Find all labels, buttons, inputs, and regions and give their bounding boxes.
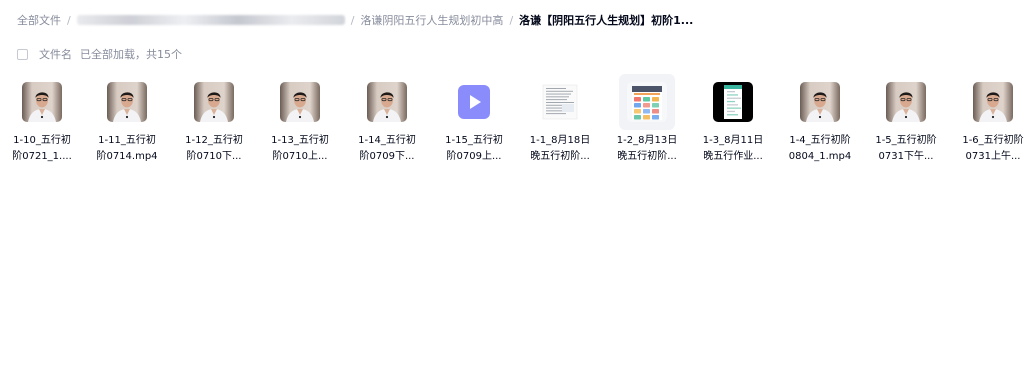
- file-thumbnail-frame: [186, 74, 242, 130]
- file-name-line: 1-10_五行初: [13, 135, 71, 146]
- file-name-line: 1-14_五行初: [358, 135, 416, 146]
- file-name: 1-13_五行初 阶0710上...: [257, 133, 343, 165]
- file-name-line: 1-4_五行初阶: [789, 135, 851, 146]
- load-status: 已全部加载，共15个: [80, 48, 182, 61]
- file-name-line: 1-13_五行初: [271, 135, 329, 146]
- file-name-line: 0731下午...: [878, 151, 934, 162]
- file-item[interactable]: 1-2_8月13日 晚五行初阶...: [604, 74, 690, 174]
- file-name-line: 晚五行初阶...: [530, 151, 590, 162]
- file-thumbnail-frame: [532, 74, 588, 130]
- file-name-line: 1-15_五行初: [445, 135, 503, 146]
- file-thumbnail-frame: [965, 74, 1021, 130]
- select-all-checkbox[interactable]: [17, 48, 28, 60]
- file-thumbnail-frame: [14, 74, 70, 130]
- file-thumbnail-frame: [792, 74, 848, 130]
- video-file-icon: [454, 82, 494, 122]
- breadcrumb-redacted-path[interactable]: [76, 15, 345, 25]
- file-thumbnail-frame: [619, 74, 675, 130]
- video-thumbnail: [800, 82, 840, 122]
- file-name-line: 1-5_五行初阶: [875, 135, 937, 146]
- file-name-line: 1-2_8月13日: [616, 135, 678, 146]
- file-thumbnail-frame: [446, 74, 502, 130]
- file-grid: 1-10_五行初 阶0721_1.... 1-11_五行初 阶0714.mp4 1-12…: [0, 74, 1024, 174]
- breadcrumb-separator: /: [509, 13, 514, 27]
- breadcrumb-separator: /: [67, 13, 71, 27]
- file-item[interactable]: 1-3_8月11日 晚五行作业...: [690, 74, 776, 174]
- file-name-line: 阶0714.mp4: [96, 151, 158, 162]
- breadcrumb-parent[interactable]: 洛谦阴阳五行人生规划初中高: [360, 12, 503, 28]
- file-list-toolbar: 文件名 已全部加载，共15个: [17, 46, 182, 62]
- file-thumbnail-frame: [878, 74, 934, 130]
- breadcrumb-root[interactable]: 全部文件: [17, 12, 61, 28]
- file-name-line: 1-1_8月18日: [529, 135, 591, 146]
- video-thumbnail: [367, 82, 407, 122]
- video-thumbnail: [22, 82, 62, 122]
- file-name-line: 1-12_五行初: [185, 135, 243, 146]
- file-name: 1-6_五行初阶 0731上午...: [950, 133, 1024, 165]
- file-name-line: 0804_1.mp4: [788, 151, 852, 162]
- file-thumbnail-frame: [99, 74, 155, 130]
- file-name: 1-4_五行初阶 0804_1.mp4: [777, 133, 863, 165]
- file-item[interactable]: 1-5_五行初阶 0731下午...: [863, 74, 949, 174]
- file-name: 1-1_8月18日 晚五行初阶...: [517, 133, 603, 165]
- file-name: 1-2_8月13日 晚五行初阶...: [604, 133, 690, 165]
- image-thumbnail: [713, 82, 753, 122]
- file-item[interactable]: 1-10_五行初 阶0721_1....: [0, 74, 85, 174]
- video-thumbnail: [886, 82, 926, 122]
- file-item[interactable]: 1-6_五行初阶 0731上午...: [950, 74, 1024, 174]
- file-item[interactable]: 1-14_五行初 阶0709下...: [344, 74, 430, 174]
- document-thumbnail: [540, 82, 580, 122]
- video-thumbnail: [280, 82, 320, 122]
- image-thumbnail: [627, 82, 667, 122]
- file-name: 1-3_8月11日 晚五行作业...: [690, 133, 776, 165]
- file-name: 1-5_五行初阶 0731下午...: [863, 133, 949, 165]
- file-name-line: 阶0710下...: [186, 151, 242, 162]
- file-name-line: 晚五行作业...: [703, 151, 763, 162]
- video-thumbnail: [107, 82, 147, 122]
- file-item[interactable]: 1-12_五行初 阶0710下...: [171, 74, 257, 174]
- file-thumbnail-frame: [272, 74, 328, 130]
- file-item[interactable]: 1-1_8月18日 晚五行初阶...: [517, 74, 603, 174]
- file-name-line: 1-3_8月11日: [702, 135, 764, 146]
- file-name-line: 1-6_五行初阶: [962, 135, 1024, 146]
- file-item[interactable]: 1-11_五行初 阶0714.mp4: [84, 74, 170, 174]
- file-name: 1-14_五行初 阶0709下...: [344, 133, 430, 165]
- file-name-line: 晚五行初阶...: [617, 151, 677, 162]
- file-thumbnail-frame: [705, 74, 761, 130]
- file-name-line: 1-11_五行初: [98, 135, 156, 146]
- file-name-line: 阶0709上...: [446, 151, 502, 162]
- file-name-line: 0731上午...: [965, 151, 1021, 162]
- breadcrumb-separator: /: [350, 13, 355, 27]
- video-thumbnail: [194, 82, 234, 122]
- video-thumbnail: [973, 82, 1013, 122]
- file-item[interactable]: 1-13_五行初 阶0710上...: [257, 74, 343, 174]
- file-name-line: 阶0709下...: [359, 151, 415, 162]
- file-name: 1-15_五行初 阶0709上...: [431, 133, 517, 165]
- file-name: 1-10_五行初 阶0721_1....: [0, 133, 85, 165]
- file-item[interactable]: 1-4_五行初阶 0804_1.mp4: [777, 74, 863, 174]
- file-item[interactable]: 1-15_五行初 阶0709上...: [431, 74, 517, 174]
- file-thumbnail-frame: [359, 74, 415, 130]
- breadcrumb-current: 洛谦【阴阳五行人生规划】初阶1...: [519, 14, 694, 27]
- file-name: 1-11_五行初 阶0714.mp4: [84, 133, 170, 165]
- breadcrumb: 全部文件 / / 洛谦阴阳五行人生规划初中高 / 洛谦【阴阳五行人生规划】初阶1…: [17, 11, 693, 29]
- file-name: 1-12_五行初 阶0710下...: [171, 133, 257, 165]
- file-name-line: 阶0710上...: [272, 151, 328, 162]
- file-name-line: 阶0721_1....: [12, 151, 72, 162]
- sort-by-name[interactable]: 文件名: [39, 46, 72, 62]
